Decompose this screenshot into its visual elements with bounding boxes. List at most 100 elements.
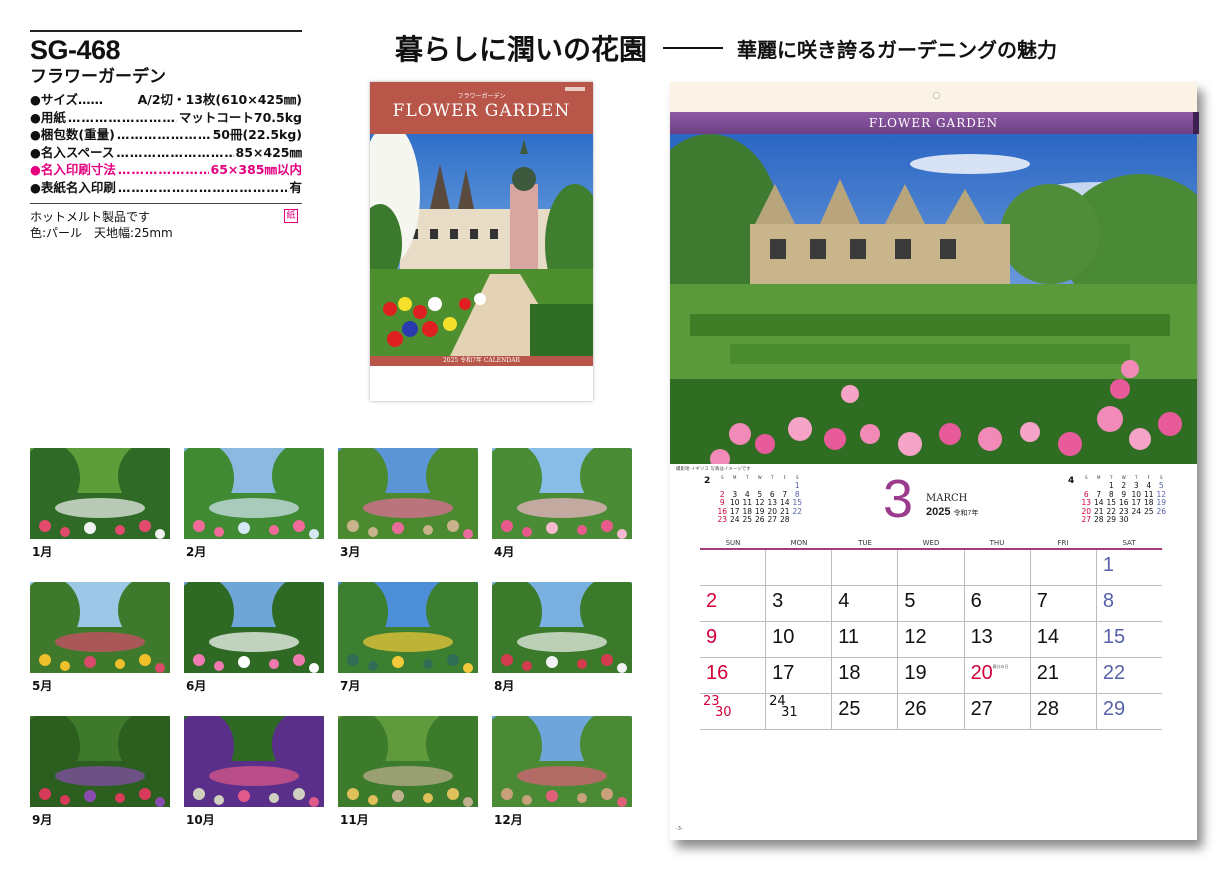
spec-row: ●名入印刷寸法 65×385㎜以内 — [30, 161, 302, 179]
day-cell: 27 — [965, 694, 1031, 729]
product-code: SG-468 — [30, 35, 121, 65]
day-cell: 13 — [965, 622, 1031, 657]
day-cell — [766, 550, 833, 585]
month-number: 3 — [883, 469, 914, 529]
thumbnail-label: 6月 — [186, 679, 207, 693]
mini-day: 30 — [1118, 515, 1129, 525]
day-cell: 20 春分の日 — [965, 658, 1031, 693]
day-number: 6 — [970, 590, 982, 612]
day-number: 10 — [772, 626, 795, 648]
mini-weekday: T — [771, 475, 774, 480]
spec-leader-dots — [68, 109, 177, 127]
spec-value: A/2切・13枚(610×425㎜) — [137, 92, 302, 107]
cover-kana: フラワーガーデン — [457, 93, 506, 100]
cover-image: フラワーガーデン FLOWER GARDEN 2025 令和7年 CALENDA… — [370, 82, 593, 401]
day-number: 30 — [715, 705, 732, 720]
binding-note: ホットメルト製品です — [30, 210, 151, 224]
mini-day: 27 — [767, 515, 778, 525]
day-cell: 2 — [700, 586, 767, 621]
spec-label: ●表紙名入印刷 — [30, 179, 116, 195]
cover-photo — [370, 134, 593, 356]
top-rule — [30, 30, 302, 32]
day-number: 14 — [1036, 626, 1059, 648]
mini-day: 25 — [1143, 506, 1154, 516]
mini-day: 26 — [1156, 506, 1167, 516]
day-cell: 17 — [766, 658, 833, 693]
weekday-header: TUE — [858, 539, 872, 547]
day-cell: 4 — [832, 586, 899, 621]
spec-list: ●サイズ……A/2切・13枚(610×425㎜)●用紙 マットコート70.5kg ●… — [30, 91, 302, 196]
day-number: 26 — [904, 698, 927, 720]
page-number: -3- — [676, 826, 683, 832]
mini-day — [1143, 516, 1156, 524]
day-cell — [832, 550, 899, 585]
day-cell: 7 — [1031, 586, 1097, 621]
month-header: 3 MARCH 2025 令和7年 2 S M T W T F S 1 2 3 4 5 6 7 8 9 10 11… — [670, 469, 1197, 532]
day-cell: 6 — [965, 586, 1031, 621]
year-label: 2025 — [926, 506, 951, 518]
day-cell — [700, 550, 767, 585]
day-number: 11 — [838, 626, 860, 648]
headline-sub: 華麗に咲き誇るガーデニングの魅力 — [737, 37, 1058, 62]
day-cell: 28 — [1031, 694, 1097, 729]
day-cell: 1 — [1097, 550, 1162, 585]
spec-value: マットコート70.5kg — [178, 109, 302, 125]
spec-label: ●用紙 — [30, 109, 66, 125]
weekday-header: FRI — [1057, 539, 1069, 547]
spec-leader-dots — [118, 161, 209, 179]
day-number: 20 — [970, 662, 993, 684]
day-cell: 11 — [832, 622, 899, 657]
day-number: 15 — [1102, 626, 1126, 648]
day-number: 13 — [970, 626, 993, 648]
mini-day: 25 — [742, 515, 753, 525]
spec-value: 有 — [289, 179, 302, 195]
band-title: FLOWER GARDEN — [868, 116, 999, 130]
day-cell: 29 — [1097, 694, 1162, 729]
band-edge — [1193, 112, 1199, 134]
mini-day: 29 — [1106, 515, 1117, 525]
thumbnail-label: 9月 — [32, 813, 53, 827]
mini-day — [791, 516, 804, 524]
day-cell: 10 — [766, 622, 833, 657]
mini-weekday-row: SMTWTFS — [716, 474, 804, 482]
spec-row: ●サイズ…… A/2切・13枚(610×425㎜) — [30, 91, 302, 109]
day-number: 12 — [904, 626, 927, 648]
mini-day: 23 — [717, 515, 728, 525]
thumbnail-label: 10月 — [186, 813, 215, 827]
holiday-name: 春分の日 — [992, 664, 1009, 669]
thumbnail-flower-beds — [492, 582, 632, 673]
day-number: 28 — [1036, 698, 1059, 720]
mini-day: 28 — [779, 515, 790, 525]
day-cell: 24 31 — [766, 694, 833, 729]
mini-week-row: 27 28 29 30 — [1080, 515, 1168, 525]
mini-day: 22 — [792, 506, 803, 516]
day-cell — [898, 550, 965, 585]
cover-bottom-bar: 2025 令和7年 CALENDAR — [370, 356, 593, 366]
paper-badge: 紙 — [284, 209, 298, 223]
day-cell: 25 — [832, 694, 899, 729]
thumbnail-label: 4月 — [494, 545, 515, 559]
mini-calendar-next: 4 S M T W T F S 1 2 3 4 5 6 7 8 9 10 11 12 13 14 15 16 17 18 19 20… — [1068, 474, 1168, 524]
thumbnail-label: 1月 — [32, 545, 53, 559]
day-number: 19 — [904, 662, 927, 684]
day-number: 9 — [706, 626, 718, 648]
day-number: 16 — [706, 662, 729, 684]
day-cell: 8 — [1097, 586, 1162, 621]
mini-prev-table: S M T W T F S 1 2 3 4 5 6 7 8 9 10 11 12 13 14 15 16 17 18 19 20 21… — [716, 474, 804, 524]
mini-weekday: S — [1084, 475, 1088, 480]
mini-day — [1130, 516, 1143, 524]
day-number: 5 — [904, 590, 916, 612]
thumbnail-label: 2月 — [186, 545, 207, 559]
product-spec-block: SG-468 フラワーガーデン ●サイズ…… A/2切・13枚(610×425㎜)… — [30, 30, 302, 241]
spec-row: ●名入スペース 85×425㎜ — [30, 144, 302, 162]
thumbnail-rose-walk — [184, 582, 324, 673]
spec-value: 65×385㎜以内 — [210, 162, 302, 177]
mini-weekday: S — [720, 475, 724, 480]
day-cell: 23 30 — [700, 694, 767, 729]
calendar-sheet: FLOWER GARDEN 撮影地 イギリス 写真はイメージです 3 MARCH… — [670, 82, 1199, 840]
month-thumbnails: 1月 2月 3月 4月 5月 6月 7月 8月 9月 10月 11月 12月 — [30, 448, 634, 838]
day-cell: 19 — [898, 658, 965, 693]
day-number: 17 — [772, 662, 795, 684]
day-number: 8 — [1102, 590, 1114, 612]
thumbnail-water-garden — [338, 582, 478, 673]
